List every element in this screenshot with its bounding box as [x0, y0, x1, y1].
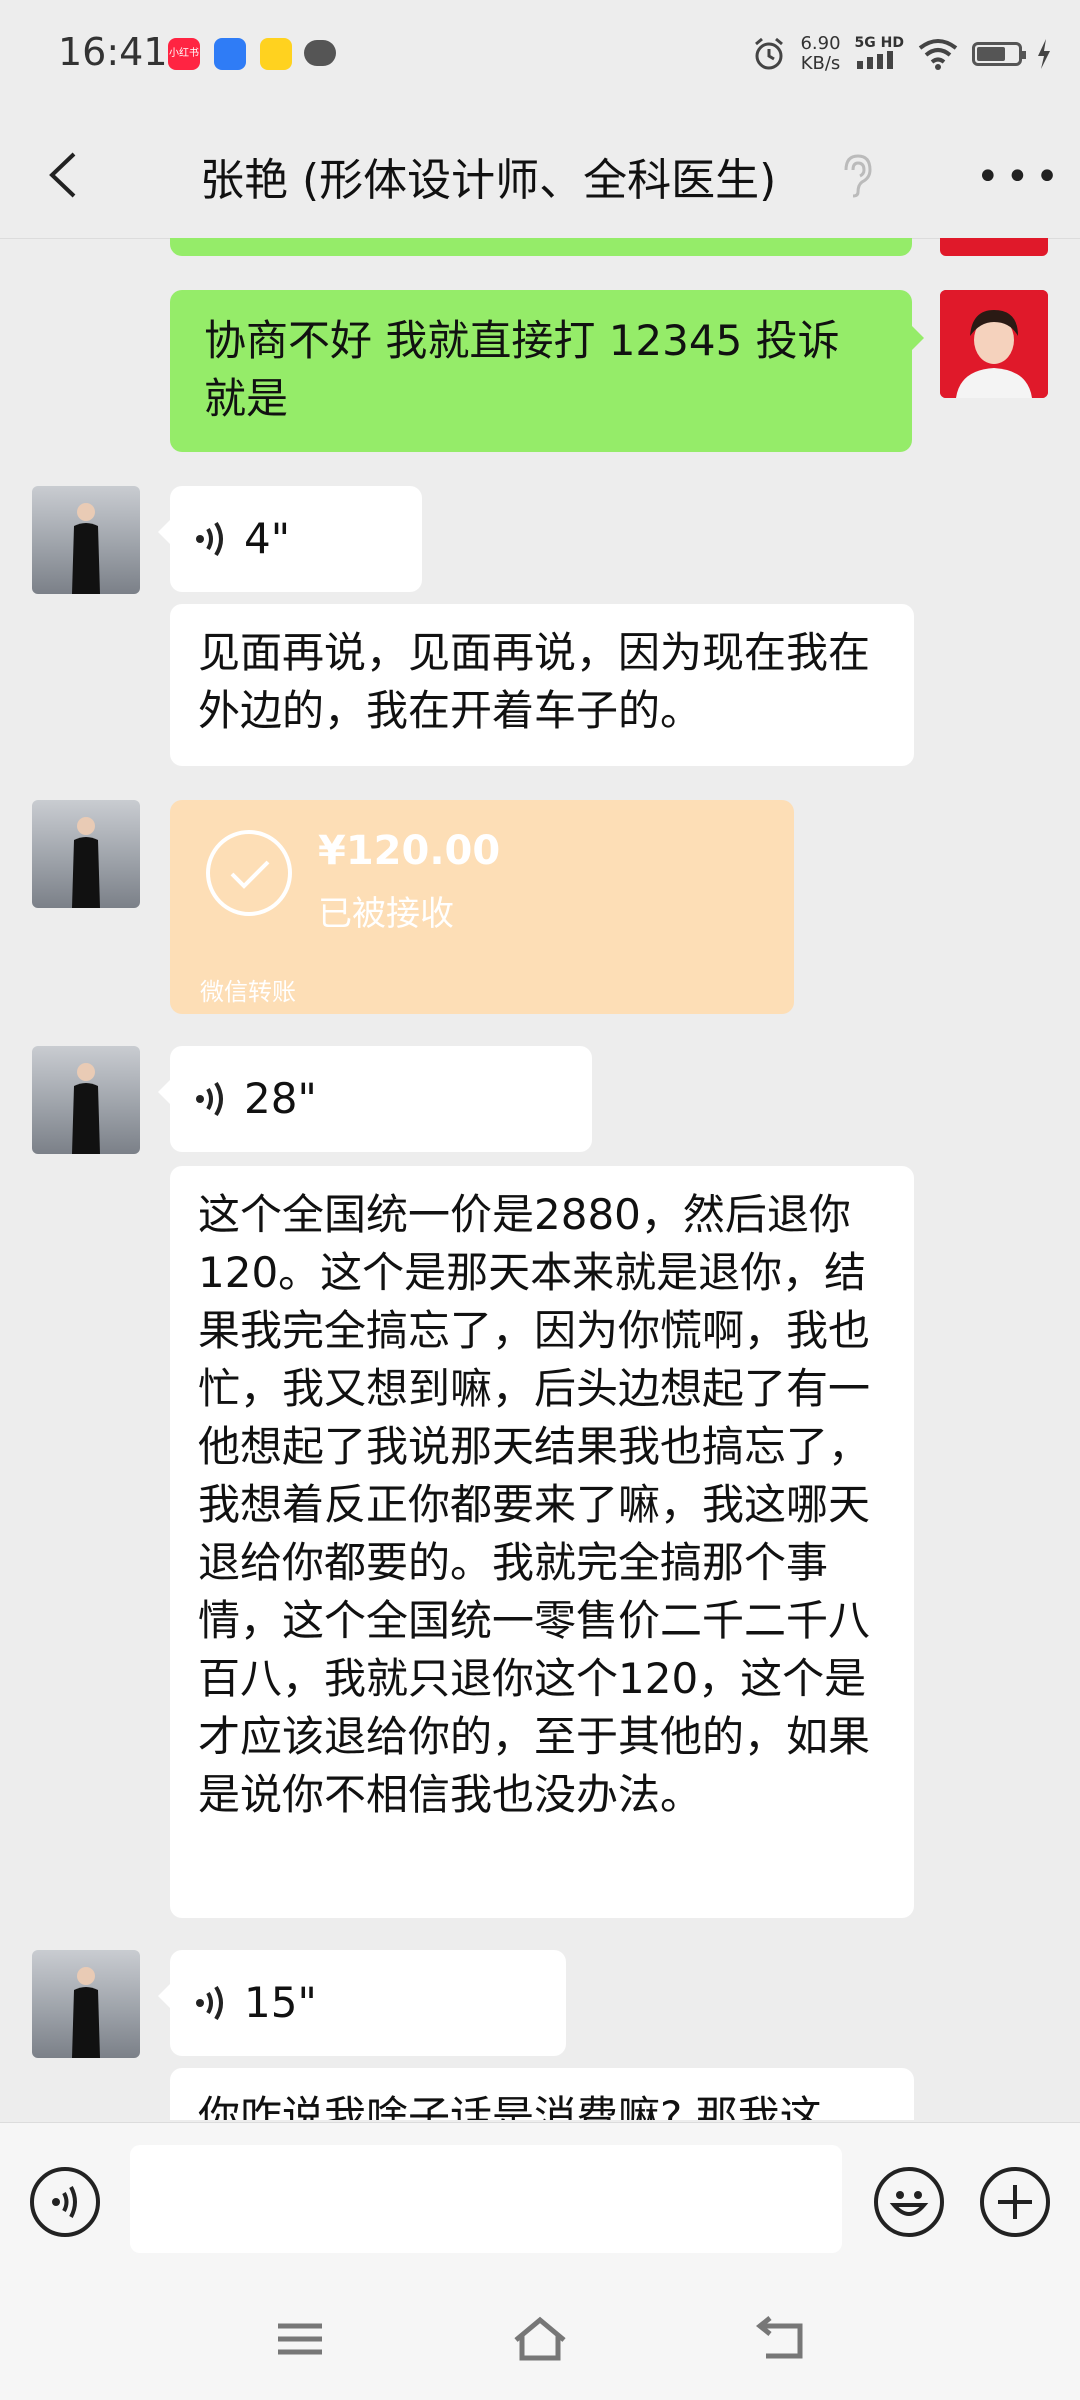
ear-icon	[844, 154, 872, 198]
contact-avatar[interactable]	[32, 1950, 140, 2058]
voice-input-button[interactable]	[30, 2167, 100, 2237]
paw-app-icon	[214, 38, 246, 70]
voice-wave-icon	[196, 1081, 223, 1117]
voice-duration: 4"	[244, 514, 291, 563]
voice-message[interactable]: 28"	[158, 1046, 592, 1152]
network-speed: 6.90 KB/s	[800, 34, 840, 74]
network-label: 5G HD	[854, 35, 904, 51]
speed-unit: KB/s	[800, 53, 841, 74]
emoji-button[interactable]	[874, 2167, 944, 2237]
contact-avatar[interactable]	[32, 800, 140, 908]
chat-header: 张艳 (形体设计师、全科医生) •••	[0, 112, 1080, 239]
transfer-status: 已被接收	[318, 894, 454, 934]
voice-wave-icon	[52, 2186, 77, 2218]
xiaohongshu-app-icon: 小红书	[168, 38, 200, 70]
text-message-partial[interactable]: 你咋说我啥子话是消费嘛? 那我这	[170, 2068, 914, 2120]
contact-avatar[interactable]	[32, 486, 140, 594]
voice-wave-icon	[196, 1985, 223, 2021]
voice-wave-icon	[196, 521, 223, 557]
message-input[interactable]	[130, 2145, 842, 2253]
voice-duration: 15"	[244, 1978, 317, 2027]
signal-icon	[856, 51, 893, 69]
status-time: 16:41	[58, 30, 168, 74]
transfer-label: 微信转账	[200, 978, 296, 1006]
back-icon[interactable]	[754, 2314, 810, 2364]
charging-icon	[1038, 39, 1050, 69]
contact-avatar-figure	[72, 1967, 100, 2058]
self-message-partial[interactable]	[170, 238, 912, 256]
check-circle-icon	[206, 830, 292, 916]
self-message-text: 协商不好 我就直接打 12345 投诉就是	[204, 316, 840, 423]
wifi-icon	[918, 39, 958, 70]
back-arrow-icon[interactable]	[44, 150, 84, 200]
meituan-app-icon	[260, 38, 292, 70]
text-message[interactable]: 见面再说，见面再说，因为现在我在外边的，我在开着车子的。	[170, 604, 914, 766]
input-bar	[0, 2122, 1080, 2279]
text-message-body: 你咋说我啥子话是消费嘛? 那我这	[198, 2092, 822, 2120]
contact-avatar[interactable]	[32, 1046, 140, 1154]
plus-icon	[998, 2185, 1032, 2219]
voice-message[interactable]: 4"	[158, 486, 422, 592]
self-avatar-portrait	[940, 290, 1048, 398]
status-bar: 16:41 小红书 6.90 KB/s 5G HD	[0, 0, 1080, 112]
battery-icon	[972, 42, 1026, 66]
chat-messages[interactable]: 协商不好 我就直接打 12345 投诉就是 4" 见面再说，见面再说，因为现在我…	[0, 238, 1080, 2120]
menu-icon[interactable]	[272, 2314, 328, 2364]
message-bubble-icon	[304, 40, 336, 66]
chat-title: 张艳 (形体设计师、全科医生)	[200, 155, 777, 206]
speed-value: 6.90	[800, 33, 841, 54]
alarm-icon	[755, 37, 784, 70]
emoji-icon	[889, 2191, 929, 2216]
self-avatar[interactable]	[940, 238, 1048, 256]
home-icon[interactable]	[512, 2314, 568, 2364]
plus-button[interactable]	[980, 2167, 1050, 2237]
contact-avatar-figure	[72, 503, 100, 594]
system-nav-bar	[0, 2278, 1080, 2400]
voice-message[interactable]: 15"	[158, 1950, 566, 2056]
self-avatar[interactable]	[940, 290, 1048, 398]
network-type: 5G HD	[855, 35, 904, 73]
more-dots-icon[interactable]: •••	[976, 157, 1065, 197]
text-message-body: 这个全国统一价是2880，然后退你120。这个是那天本来就是退你，结果我完全搞忘…	[198, 1190, 871, 1819]
transfer-card[interactable]: ¥120.00 已被接收 微信转账	[170, 800, 794, 1014]
text-message[interactable]: 这个全国统一价是2880，然后退你120。这个是那天本来就是退你，结果我完全搞忘…	[170, 1166, 914, 1918]
self-message[interactable]: 协商不好 我就直接打 12345 投诉就是	[170, 290, 924, 452]
contact-avatar-figure	[72, 1063, 100, 1154]
transfer-amount: ¥120.00	[318, 828, 501, 874]
contact-avatar-figure	[72, 817, 100, 908]
voice-duration: 28"	[244, 1074, 317, 1123]
text-message-body: 见面再说，见面再说，因为现在我在外边的，我在开着车子的。	[198, 628, 871, 735]
